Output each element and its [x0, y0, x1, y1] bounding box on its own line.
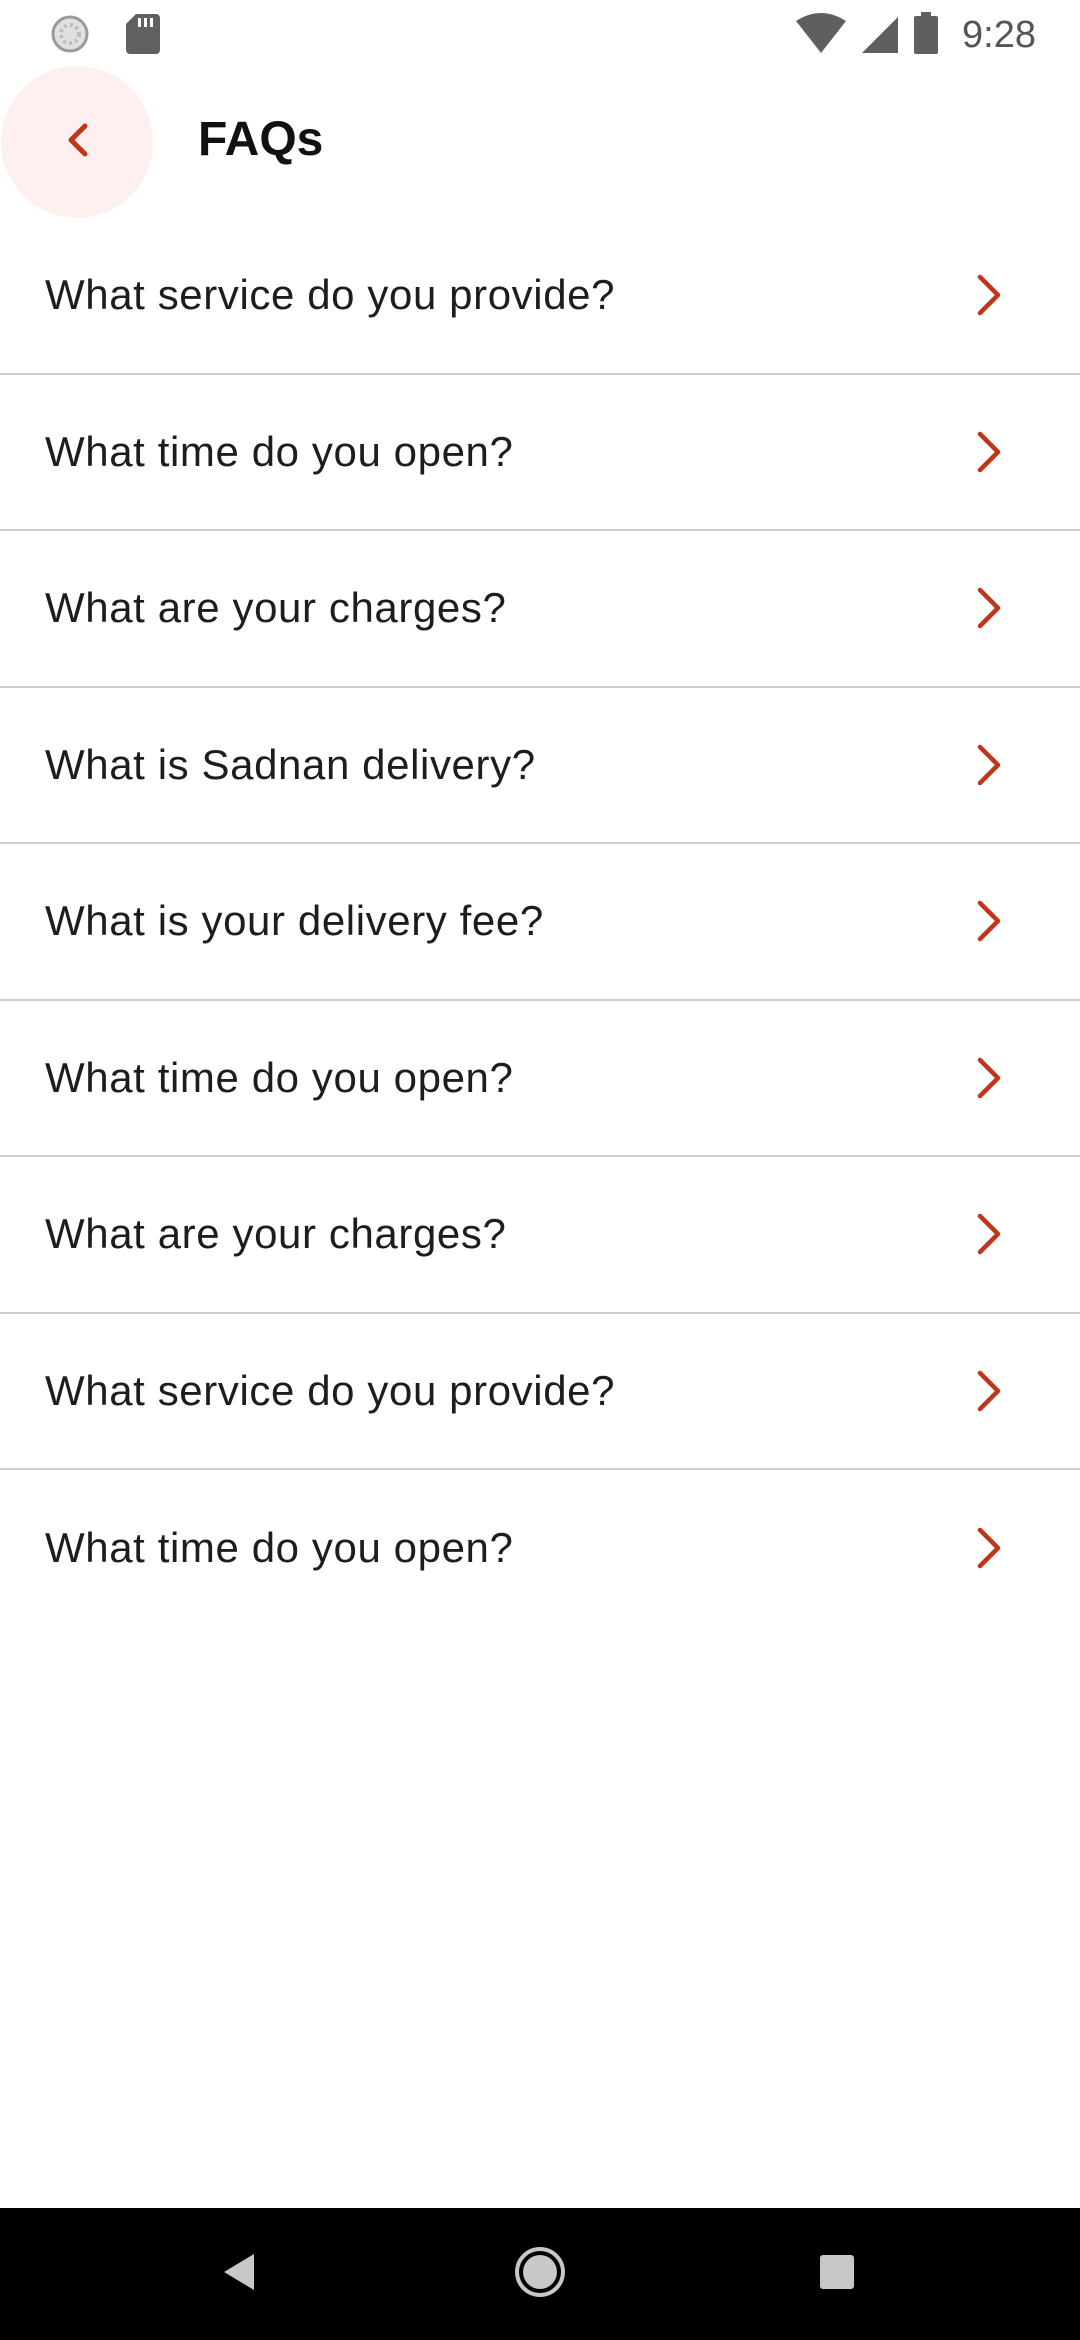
recents-square-icon	[819, 2254, 855, 2295]
chevron-right-icon	[968, 583, 1008, 633]
faq-item[interactable]: What service do you provide?	[0, 218, 1080, 375]
faq-question: What are your charges?	[45, 1210, 507, 1258]
chevron-left-icon	[65, 120, 89, 165]
faq-item[interactable]: What time do you open?	[0, 375, 1080, 531]
battery-icon	[914, 12, 939, 59]
faq-question: What time do you open?	[45, 427, 514, 475]
faq-item[interactable]: What is your delivery fee?	[0, 844, 1080, 1001]
faq-item[interactable]: What time do you open?	[0, 1470, 1080, 1627]
cellular-signal-icon	[860, 13, 900, 58]
chevron-right-icon	[968, 1523, 1008, 1573]
chevron-right-icon	[968, 1366, 1008, 1416]
status-right-icons: 9:28	[796, 12, 1036, 59]
chevron-right-icon	[968, 427, 1008, 477]
chevron-right-icon	[968, 896, 1008, 946]
faq-item[interactable]: What are your charges?	[0, 531, 1080, 688]
faq-item[interactable]: What are your charges?	[0, 1157, 1080, 1314]
faq-question: What service do you provide?	[45, 1366, 616, 1414]
system-nav-bar	[0, 2208, 1080, 2340]
faq-question: What are your charges?	[45, 584, 507, 632]
chevron-right-icon	[968, 740, 1008, 790]
loading-icon	[50, 14, 90, 59]
chevron-right-icon	[968, 1209, 1008, 1259]
faq-question: What service do you provide?	[45, 271, 616, 319]
status-time: 9:28	[962, 14, 1036, 56]
status-bar: 9:28	[0, 0, 1080, 66]
sd-card-icon	[126, 14, 160, 59]
wifi-icon	[796, 13, 847, 58]
chevron-right-icon	[968, 270, 1008, 320]
faq-question: What time do you open?	[45, 1524, 514, 1572]
faq-question: What is Sadnan delivery?	[45, 740, 536, 788]
faq-question: What time do you open?	[45, 1053, 514, 1101]
faq-item[interactable]: What is Sadnan delivery?	[0, 688, 1080, 844]
page-title: FAQs	[198, 113, 324, 166]
nav-back-button[interactable]	[160, 2208, 320, 2340]
chevron-right-icon	[968, 1053, 1008, 1103]
app-bar: FAQs	[0, 66, 1080, 222]
faq-question: What is your delivery fee?	[45, 897, 544, 945]
faq-item[interactable]: What service do you provide?	[0, 1314, 1080, 1470]
faq-list: What service do you provide? What time d…	[0, 218, 1080, 1627]
back-triangle-icon	[220, 2252, 260, 2297]
nav-home-button[interactable]	[460, 2208, 620, 2340]
status-left-icons	[50, 14, 160, 59]
home-circle-icon	[513, 2245, 567, 2304]
back-button[interactable]	[1, 66, 153, 218]
faq-item[interactable]: What time do you open?	[0, 1001, 1080, 1157]
nav-recents-button[interactable]	[757, 2208, 917, 2340]
